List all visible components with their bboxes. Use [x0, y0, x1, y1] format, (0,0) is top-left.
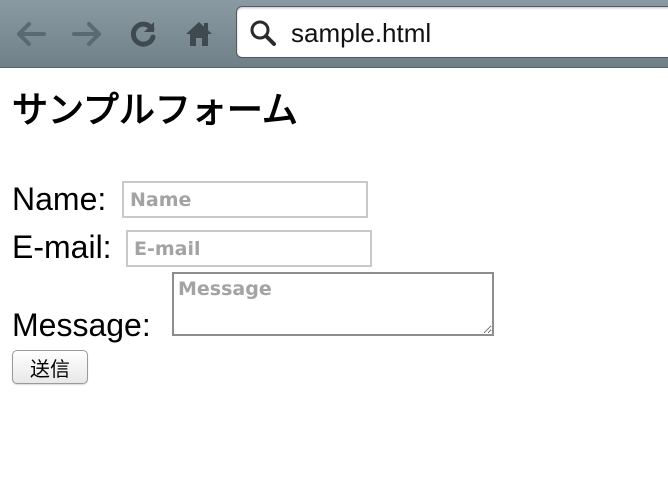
- email-label: E-mail:: [12, 229, 112, 265]
- home-button[interactable]: [182, 17, 216, 51]
- name-input[interactable]: [122, 181, 368, 218]
- search-icon: [250, 20, 276, 46]
- address-bar[interactable]: sample.html: [236, 6, 668, 58]
- reload-button[interactable]: [126, 17, 160, 51]
- forward-button[interactable]: [70, 17, 104, 51]
- name-row: Name:: [12, 181, 106, 217]
- message-row: Message:: [12, 307, 151, 343]
- email-input[interactable]: [126, 230, 372, 267]
- home-icon: [186, 22, 212, 46]
- message-label: Message:: [12, 307, 151, 343]
- name-label: Name:: [12, 181, 107, 217]
- back-button[interactable]: [14, 17, 48, 51]
- url-text[interactable]: sample.html: [291, 18, 431, 48]
- submit-button[interactable]: 送信: [12, 350, 88, 384]
- reload-icon: [130, 21, 156, 47]
- page-title: サンプルフォーム: [12, 89, 298, 130]
- message-textarea[interactable]: [172, 272, 494, 336]
- email-row: E-mail:: [12, 229, 112, 265]
- arrow-right-icon: [72, 22, 101, 46]
- browser-toolbar: sample.html: [0, 0, 668, 68]
- arrow-left-icon: [17, 22, 46, 46]
